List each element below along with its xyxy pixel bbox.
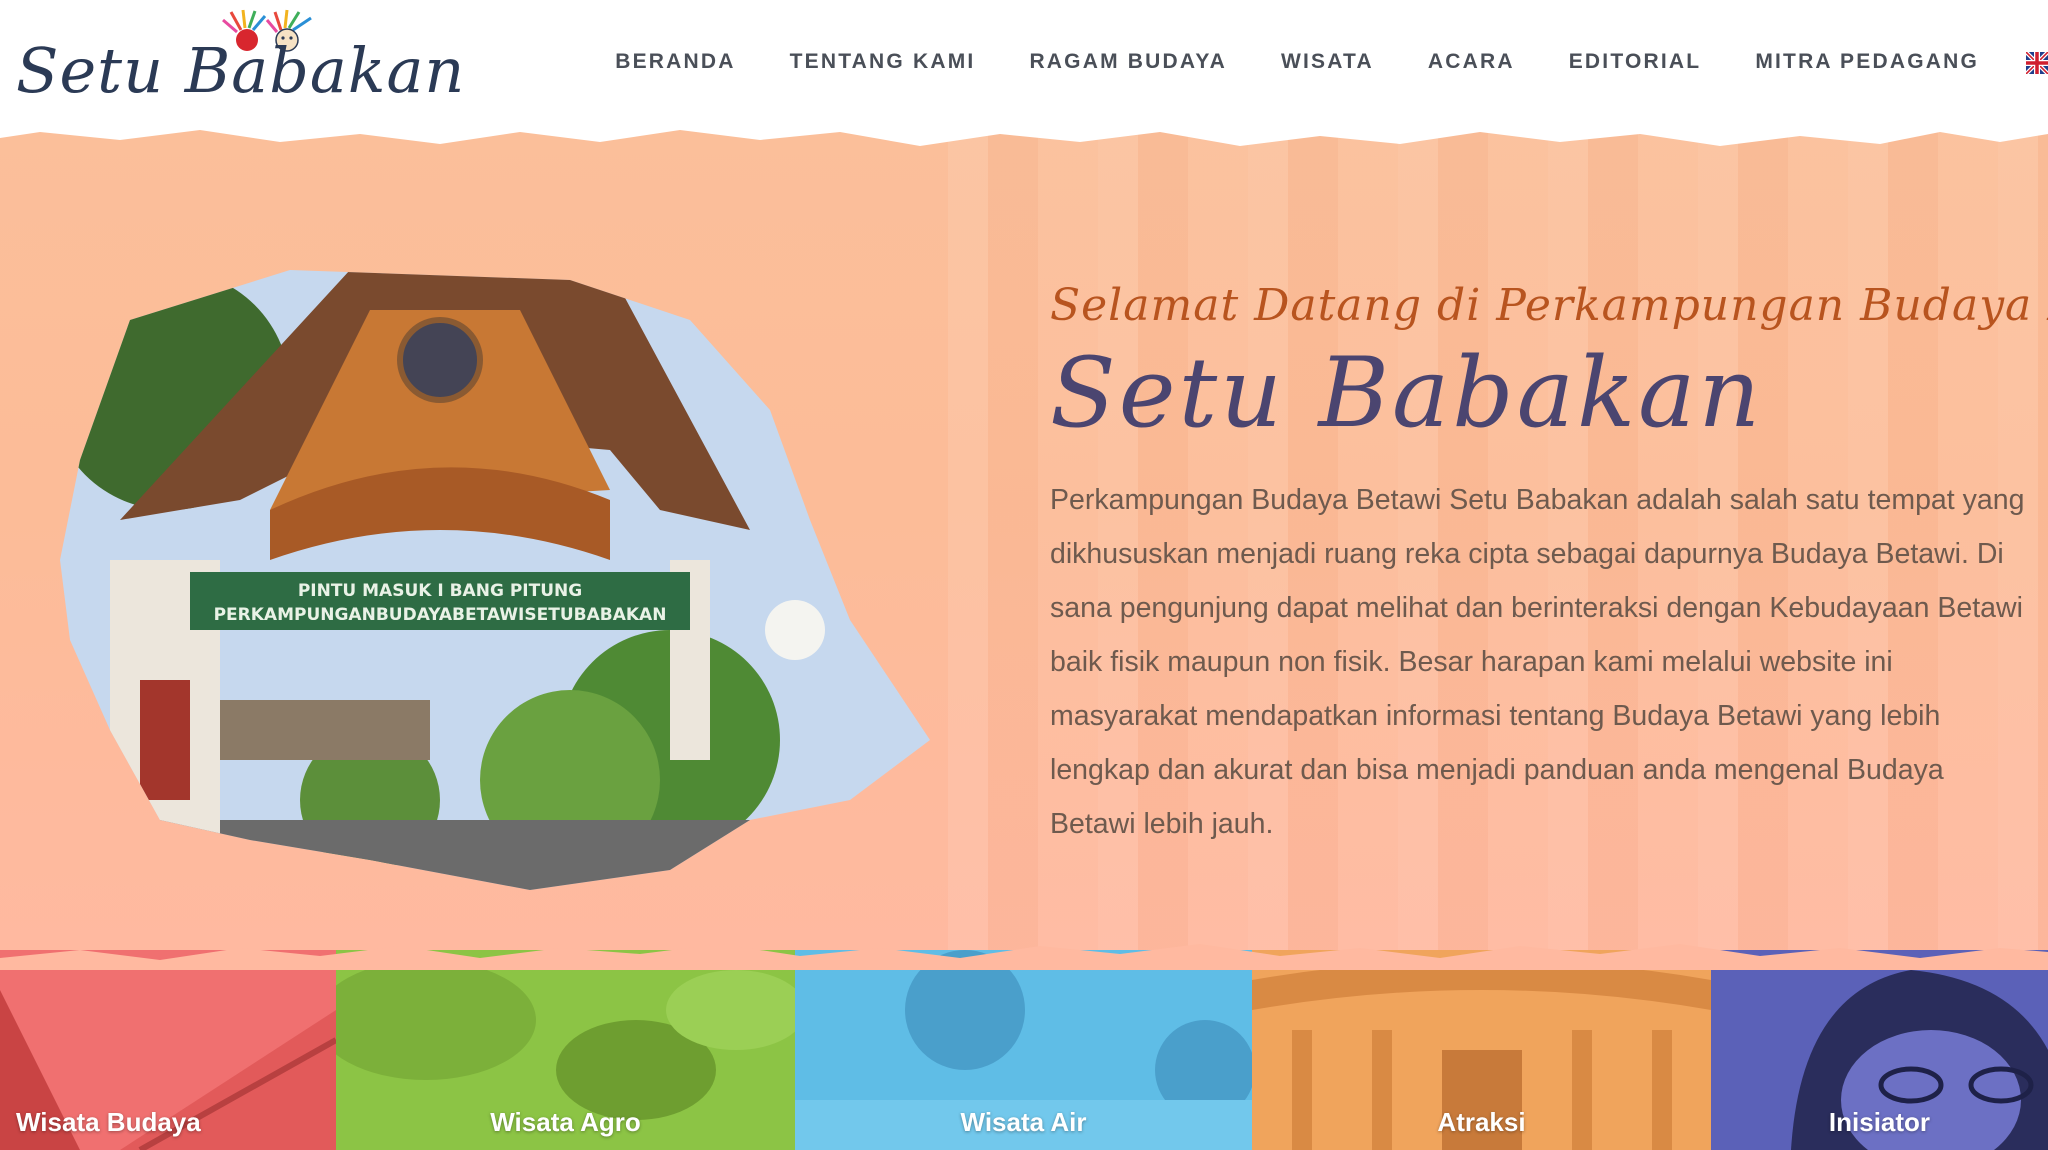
tile-atraksi[interactable]: Atraksi <box>1252 950 1711 1150</box>
tile-wisata-air[interactable]: Wisata Air <box>795 950 1252 1150</box>
hero-title: Setu Babakan <box>1050 337 1764 449</box>
tile-label: Wisata Budaya <box>16 1107 201 1137</box>
nav-wisata[interactable]: WISATA <box>1254 50 1401 74</box>
tile-label: Atraksi <box>1437 1107 1526 1137</box>
gate-sign-line2: PERKAMPUNGANBUDAYABETAWISETUBABAKAN <box>214 605 667 625</box>
category-tiles: Wisata Budaya Wisata Agro Wisata Air Atr… <box>0 950 2048 1150</box>
tile-wisata-agro[interactable]: Wisata Agro <box>336 950 795 1150</box>
hero-text-block: Selamat Datang di Perkampungan Budaya Be… <box>1050 280 2048 851</box>
site-logo[interactable]: Setu Babakan <box>16 9 464 110</box>
gate-sign-line1: PINTU MASUK I BANG PITUNG <box>298 581 582 601</box>
tile-label: Wisata Air <box>960 1107 1087 1137</box>
torn-edge <box>0 944 2048 970</box>
tile-inisiator[interactable]: Inisiator <box>1711 950 2048 1150</box>
nav-editorial[interactable]: EDITORIAL <box>1542 50 1729 74</box>
hero-description: Perkampungan Budaya Betawi Setu Babakan … <box>1050 484 2025 840</box>
site-header: Setu Babakan BERANDA TENTANG KAMI RAGAM … <box>0 0 2048 130</box>
uk-flag-icon[interactable] <box>2026 52 2048 74</box>
nav-acara[interactable]: ACARA <box>1401 50 1542 74</box>
nav-mitra-pedagang[interactable]: MITRA PEDAGANG <box>1728 50 2006 74</box>
welcome-heading: Selamat Datang di Perkampungan Budaya Be… <box>1050 280 2048 331</box>
tile-wisata-budaya[interactable]: Wisata Budaya <box>0 950 336 1150</box>
nav-tentang-kami[interactable]: TENTANG KAMI <box>763 50 1003 74</box>
hero-section: PINTU MASUK I BANG PITUNG PERKAMPUNGANBU… <box>0 120 2048 960</box>
gate-photo: PINTU MASUK I BANG PITUNG PERKAMPUNGANBU… <box>60 270 930 890</box>
tile-label: Inisiator <box>1828 1107 1931 1137</box>
tile-label: Wisata Agro <box>490 1107 641 1137</box>
nav-ragam-budaya[interactable]: RAGAM BUDAYA <box>1002 50 1254 74</box>
logo-text: Setu Babakan <box>16 34 466 107</box>
main-nav: BERANDA TENTANG KAMI RAGAM BUDAYA WISATA… <box>588 50 2006 74</box>
nav-beranda[interactable]: BERANDA <box>588 50 762 74</box>
